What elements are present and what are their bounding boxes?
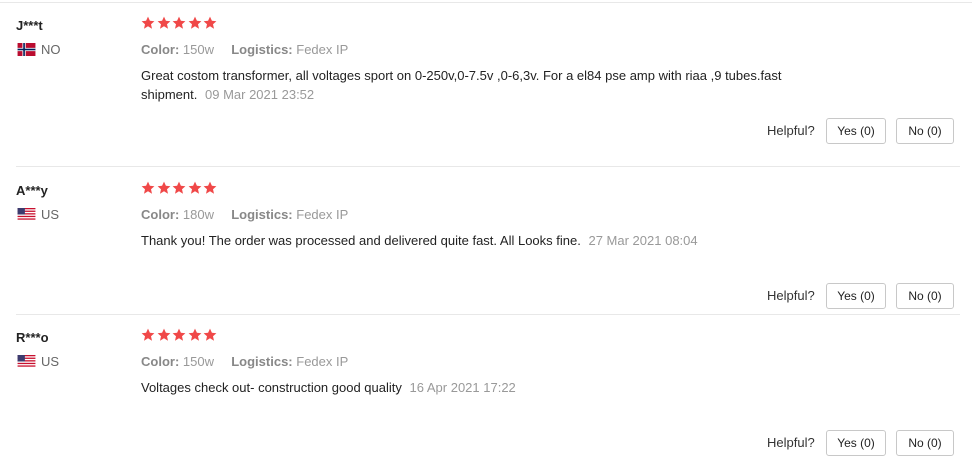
reviewer-country: US (16, 354, 59, 369)
country-code: US (41, 207, 60, 222)
reviewer-country: US (16, 207, 59, 222)
star-icon (188, 181, 201, 194)
helpful-label: Helpful? (767, 288, 815, 303)
star-icon (203, 16, 217, 29)
helpful-no-button[interactable]: No (0) (896, 118, 954, 144)
review-item: J***t NO Color: 150w Logistics: Fedex IP… (0, 2, 972, 149)
color-value: 180w (182, 207, 214, 222)
helpful-yes-button[interactable]: Yes (0) (826, 430, 886, 456)
review-meta: Color: 150w Logistics: Fedex IP (141, 42, 348, 57)
logistics-value: Fedex IP (296, 354, 349, 369)
color-value: 150w (182, 354, 214, 369)
helpful-yes-button[interactable]: Yes (0) (826, 118, 886, 144)
helpful-no-button[interactable]: No (0) (896, 283, 954, 309)
review-item: A***y US Color: 180w Logistics: Fedex IP… (0, 167, 972, 314)
star-icon (141, 16, 155, 29)
star-rating (141, 16, 219, 30)
star-icon (172, 16, 186, 29)
color-value: 150w (182, 42, 214, 57)
review-date: 27 Mar 2021 08:04 (588, 233, 698, 248)
review-text: Voltages check out- construction good qu… (141, 378, 821, 397)
review-meta: Color: 180w Logistics: Fedex IP (141, 207, 348, 222)
country-code: US (41, 354, 60, 369)
reviewer-name: A***y (16, 183, 48, 198)
helpful-label: Helpful? (767, 435, 815, 450)
logistics-label: Logistics: (231, 42, 293, 57)
reviewer-name: R***o (16, 330, 49, 345)
logistics-label: Logistics: (231, 207, 293, 222)
star-icon (157, 181, 170, 194)
helpful-no-button[interactable]: No (0) (896, 430, 954, 456)
star-icon (188, 16, 201, 29)
review-meta: Color: 150w Logistics: Fedex IP (141, 354, 348, 369)
review-item: R***o US Color: 150w Logistics: Fedex IP… (0, 314, 972, 461)
helpful-label: Helpful? (767, 123, 815, 138)
star-icon (157, 16, 170, 29)
logistics-value: Fedex IP (296, 42, 349, 57)
color-label: Color: (141, 207, 180, 222)
star-icon (188, 328, 201, 341)
color-label: Color: (141, 354, 180, 369)
us-flag-icon (17, 355, 36, 368)
star-icon (172, 328, 186, 341)
star-icon (157, 328, 170, 341)
reviewer-name: J***t (16, 18, 43, 33)
review-text: Great costom transformer, all voltages s… (141, 66, 821, 104)
star-rating (141, 181, 219, 195)
star-icon (203, 181, 217, 194)
helpful-yes-button[interactable]: Yes (0) (826, 283, 886, 309)
review-body: Thank you! The order was processed and d… (141, 233, 581, 248)
country-code: NO (41, 42, 61, 57)
star-icon (141, 328, 155, 341)
norway-flag-icon (17, 43, 36, 56)
review-text: Thank you! The order was processed and d… (141, 231, 821, 250)
review-date: 16 Apr 2021 17:22 (409, 380, 516, 395)
star-icon (203, 328, 217, 341)
us-flag-icon (17, 208, 36, 221)
logistics-label: Logistics: (231, 354, 293, 369)
color-label: Color: (141, 42, 180, 57)
star-icon (141, 181, 155, 194)
star-rating (141, 328, 219, 342)
star-icon (172, 181, 186, 194)
review-date: 09 Mar 2021 23:52 (205, 87, 315, 102)
logistics-value: Fedex IP (296, 207, 349, 222)
review-body: Voltages check out- construction good qu… (141, 380, 402, 395)
reviewer-country: NO (16, 42, 61, 57)
